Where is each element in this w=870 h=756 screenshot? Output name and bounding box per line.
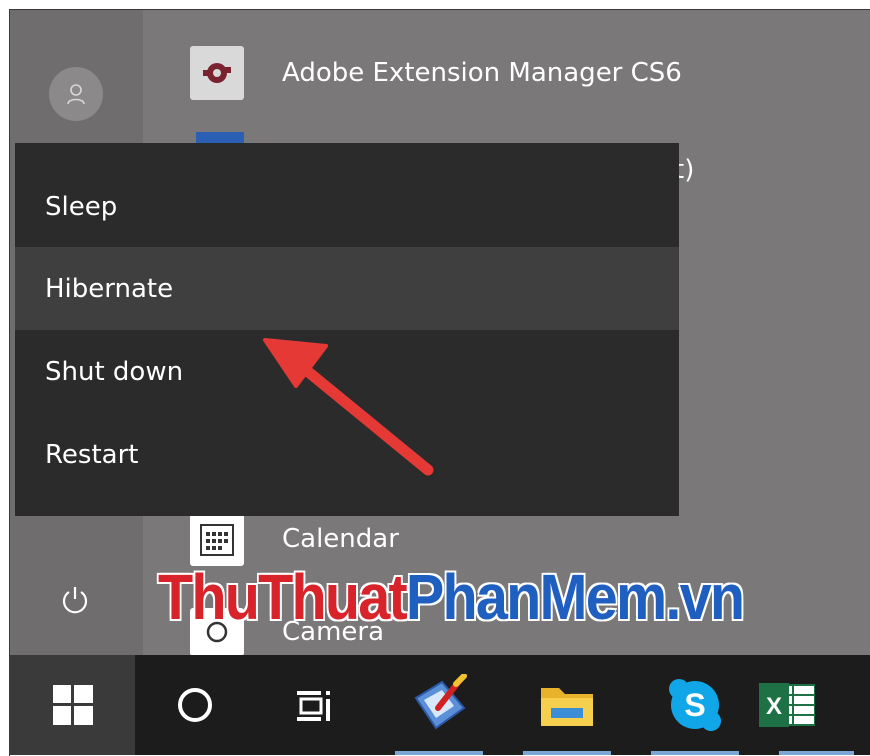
taskbar-app-file-explorer[interactable]: [503, 655, 631, 755]
excel-icon: X: [759, 683, 815, 727]
taskbar-app-excel[interactable]: X: [759, 655, 870, 755]
windows-start-icon: [52, 685, 93, 725]
skype-icon: S: [669, 679, 721, 731]
start-button[interactable]: [10, 655, 135, 755]
file-explorer-icon: [541, 688, 593, 726]
task-view-icon: [297, 691, 330, 721]
cortana-search-icon: [178, 688, 212, 722]
annotation-arrow: [263, 338, 434, 476]
taskbar-app-skype[interactable]: S: [631, 655, 759, 755]
paint-app-icon: [414, 674, 467, 730]
watermark-part2: PhanMem.vn: [405, 561, 745, 633]
watermark-part1: ThuThuat: [158, 561, 408, 633]
watermark: ThuThuatPhanMem.vn: [158, 560, 745, 634]
task-view-button[interactable]: [255, 655, 375, 755]
taskbar: S X: [10, 655, 870, 755]
start-menu-window: Adobe Extension Manager CS6 t) Calendar …: [10, 10, 870, 755]
taskbar-app-paint[interactable]: [375, 655, 503, 755]
svg-text:X: X: [766, 693, 782, 720]
svg-text:S: S: [684, 687, 705, 723]
cortana-search-button[interactable]: [135, 655, 255, 755]
